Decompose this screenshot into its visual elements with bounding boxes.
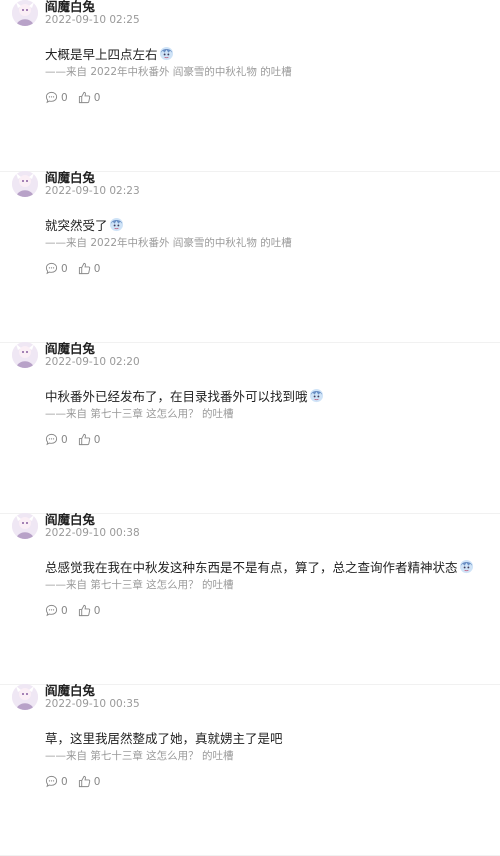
comment-text-body: 就突然受了 xyxy=(45,218,108,233)
comment-icon xyxy=(45,91,58,104)
source-reference[interactable]: ——来自 2022年中秋番外 阎豪雪的中秋礼物 的吐槽 xyxy=(45,235,292,250)
source-reference[interactable]: ——来自 2022年中秋番外 阎豪雪的中秋礼物 的吐槽 xyxy=(45,64,292,79)
avatar[interactable] xyxy=(12,513,38,539)
comment-button[interactable]: 0 xyxy=(45,433,68,446)
action-bar: 0 0 xyxy=(45,775,110,788)
sticker-emoji-icon xyxy=(109,217,124,232)
timestamp: 2022-09-10 02:20 xyxy=(45,356,140,368)
like-count: 0 xyxy=(93,262,101,275)
comment-icon xyxy=(45,775,58,788)
comment-text-body: 总感觉我在我在中秋发这种东西是不是有点，算了，总之查询作者精神状态 xyxy=(45,560,458,575)
source-reference[interactable]: ——来自 第七十三章 这怎么用？ 的吐槽 xyxy=(45,748,234,763)
thumbs-up-icon xyxy=(78,262,90,275)
sticker-emoji-icon xyxy=(309,388,324,403)
source-reference[interactable]: ——来自 第七十三章 这怎么用？ 的吐槽 xyxy=(45,577,234,592)
comment-text: 大概是早上四点左右 xyxy=(45,44,174,63)
like-count: 0 xyxy=(93,433,101,446)
comment-icon xyxy=(45,262,58,275)
comment-icon xyxy=(45,433,58,446)
comment-text: 草，这里我居然整成了她，真就娚主了是吧 xyxy=(45,728,283,747)
comment-button[interactable]: 0 xyxy=(45,262,68,275)
comment-text-body: 大概是早上四点左右 xyxy=(45,47,158,62)
comment-post: 阎魔白兔 2022-09-10 02:20 中秋番外已经发布了，在目录找番外可以… xyxy=(0,341,500,514)
action-bar: 0 0 xyxy=(45,433,110,446)
timestamp: 2022-09-10 00:35 xyxy=(45,698,140,710)
timestamp: 2022-09-10 02:25 xyxy=(45,14,140,26)
comment-count: 0 xyxy=(61,262,68,275)
comment-count: 0 xyxy=(61,433,68,446)
username[interactable]: 阎魔白兔 xyxy=(45,509,95,528)
action-bar: 0 0 xyxy=(45,91,110,104)
source-reference[interactable]: ——来自 第七十三章 这怎么用？ 的吐槽 xyxy=(45,406,234,421)
comment-text: 中秋番外已经发布了，在目录找番外可以找到哦 xyxy=(45,386,324,405)
comment-button[interactable]: 0 xyxy=(45,604,68,617)
sticker-emoji-icon xyxy=(459,559,474,574)
comment-text-body: 中秋番外已经发布了，在目录找番外可以找到哦 xyxy=(45,389,308,404)
username[interactable]: 阎魔白兔 xyxy=(45,167,95,186)
like-button[interactable]: 0 xyxy=(78,91,101,104)
like-count: 0 xyxy=(93,91,101,104)
like-button[interactable]: 0 xyxy=(78,604,101,617)
comment-text: 就突然受了 xyxy=(45,215,124,234)
like-button[interactable]: 0 xyxy=(78,433,101,446)
action-bar: 0 0 xyxy=(45,604,110,617)
username[interactable]: 阎魔白兔 xyxy=(45,680,95,699)
like-count: 0 xyxy=(93,775,101,788)
comment-text: 总感觉我在我在中秋发这种东西是不是有点，算了，总之查询作者精神状态 xyxy=(45,557,474,576)
username[interactable]: 阎魔白兔 xyxy=(45,0,95,15)
comment-post: 阎魔白兔 2022-09-10 02:25 大概是早上四点左右 ——来自 202… xyxy=(0,0,500,172)
comment-count: 0 xyxy=(61,775,68,788)
thumbs-up-icon xyxy=(78,775,90,788)
avatar[interactable] xyxy=(12,171,38,197)
like-button[interactable]: 0 xyxy=(78,775,101,788)
comment-post: 阎魔白兔 2022-09-10 00:35 草，这里我居然整成了她，真就娚主了是… xyxy=(0,683,500,856)
username[interactable]: 阎魔白兔 xyxy=(45,338,95,357)
comment-button[interactable]: 0 xyxy=(45,91,68,104)
comment-button[interactable]: 0 xyxy=(45,775,68,788)
timestamp: 2022-09-10 02:23 xyxy=(45,185,140,197)
action-bar: 0 0 xyxy=(45,262,110,275)
comment-icon xyxy=(45,604,58,617)
like-button[interactable]: 0 xyxy=(78,262,101,275)
avatar[interactable] xyxy=(12,684,38,710)
comment-post: 阎魔白兔 2022-09-10 02:23 就突然受了 ——来自 2022年中秋… xyxy=(0,170,500,343)
avatar[interactable] xyxy=(12,342,38,368)
sticker-emoji-icon xyxy=(159,46,174,61)
thumbs-up-icon xyxy=(78,433,90,446)
like-count: 0 xyxy=(93,604,101,617)
timestamp: 2022-09-10 00:38 xyxy=(45,527,140,539)
comment-count: 0 xyxy=(61,91,68,104)
thumbs-up-icon xyxy=(78,604,90,617)
thumbs-up-icon xyxy=(78,91,90,104)
comment-count: 0 xyxy=(61,604,68,617)
comment-post: 阎魔白兔 2022-09-10 00:38 总感觉我在我在中秋发这种东西是不是有… xyxy=(0,512,500,685)
avatar[interactable] xyxy=(12,0,38,26)
comment-text-body: 草，这里我居然整成了她，真就娚主了是吧 xyxy=(45,731,283,746)
